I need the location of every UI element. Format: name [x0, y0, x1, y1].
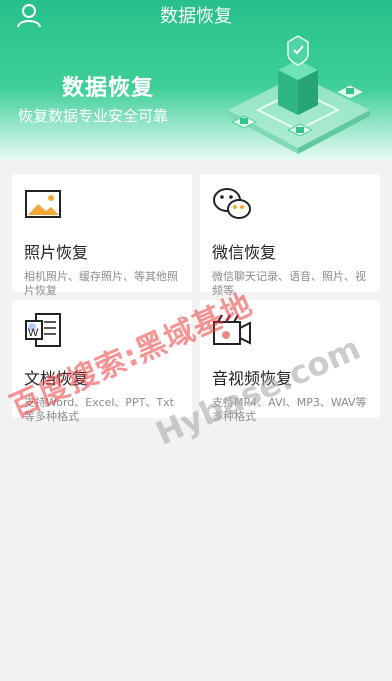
- hero-title: 数据恢复: [62, 76, 155, 101]
- image-icon: [25, 190, 61, 218]
- page-title: 数据恢复: [160, 6, 232, 27]
- card-title: 照片恢复: [24, 243, 89, 262]
- header-banner: 数据恢复 数据恢复 恢复数据专业安全可靠: [0, 0, 392, 160]
- security-shield-illustration: [228, 35, 370, 154]
- photo-recovery-card[interactable]: 照片恢复 相机照片、缓存照片、等其他照片恢复: [12, 174, 192, 297]
- wechat-recovery-card[interactable]: 微信恢复 微信聊天记录、语音、照片、视频等: [200, 174, 380, 297]
- word-doc-icon: W: [25, 313, 61, 347]
- wechat-icon: [213, 188, 251, 219]
- hero-subtitle: 恢复数据专业安全可靠: [18, 107, 169, 125]
- card-description: 相机照片、缓存照片、等其他照片恢复: [24, 270, 178, 297]
- card-title: 微信恢复: [212, 243, 277, 262]
- svg-text:W: W: [28, 327, 39, 339]
